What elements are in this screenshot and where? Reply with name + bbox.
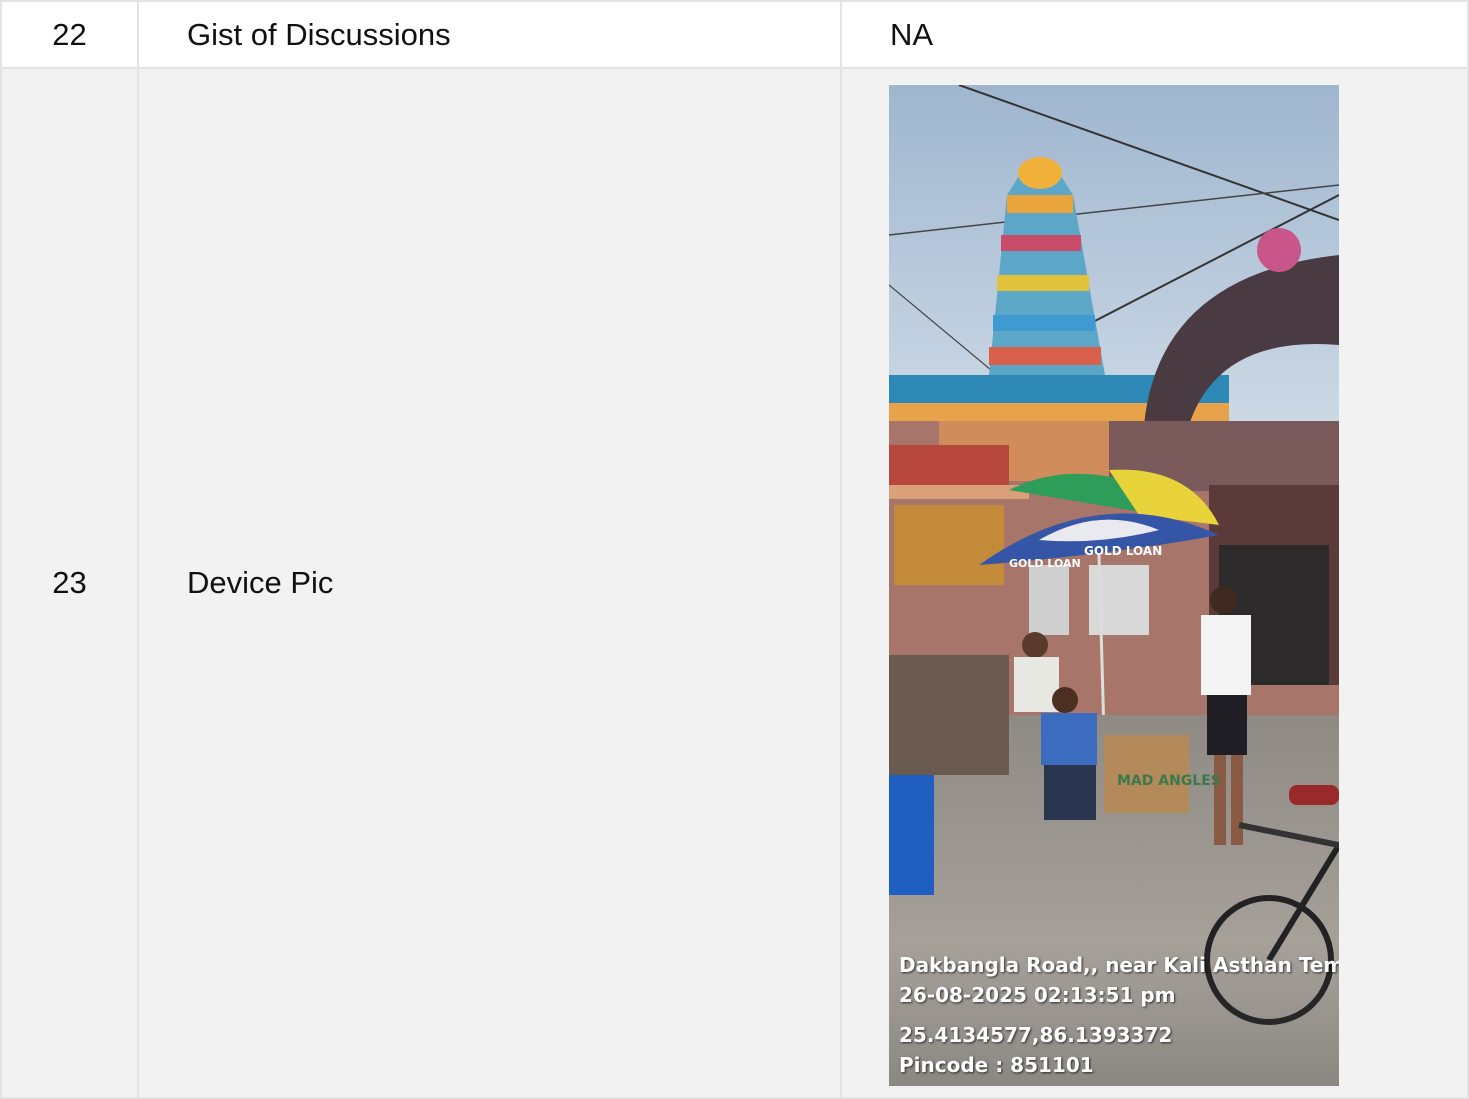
umbrella-text: GOLD LOAN: [1084, 544, 1162, 558]
stamp-spacer: [899, 1010, 1329, 1020]
device-photo[interactable]: GOLD LOAN GOLD LOAN MAD ANGLES Dakbangla…: [889, 85, 1339, 1086]
photo-geotag-stamp: Dakbangla Road,, near Kali Asthan Temple…: [889, 942, 1339, 1086]
box-text: MAD ANGLES: [1117, 773, 1221, 789]
stamp-datetime: 26-08-2025 02:13:51 pm: [899, 983, 1176, 1007]
row-label: Gist of Discussions: [137, 0, 842, 69]
row-number: 23: [0, 69, 139, 1099]
umbrella-text: GOLD LOAN: [1009, 557, 1081, 570]
row-number: 22: [0, 0, 139, 69]
stamp-pincode: Pincode : 851101: [899, 1053, 1094, 1077]
row-label: Device Pic: [137, 69, 842, 1099]
row-value: NA: [840, 0, 1469, 69]
temple-street-scene: GOLD LOAN GOLD LOAN MAD ANGLES: [889, 85, 1339, 1086]
table-row: 22 Gist of Discussions NA: [0, 0, 1469, 69]
stamp-location: Dakbangla Road,, near Kali Asthan Temple…: [899, 953, 1339, 977]
stamp-coordinates: 25.4134577,86.1393372: [899, 1023, 1173, 1047]
